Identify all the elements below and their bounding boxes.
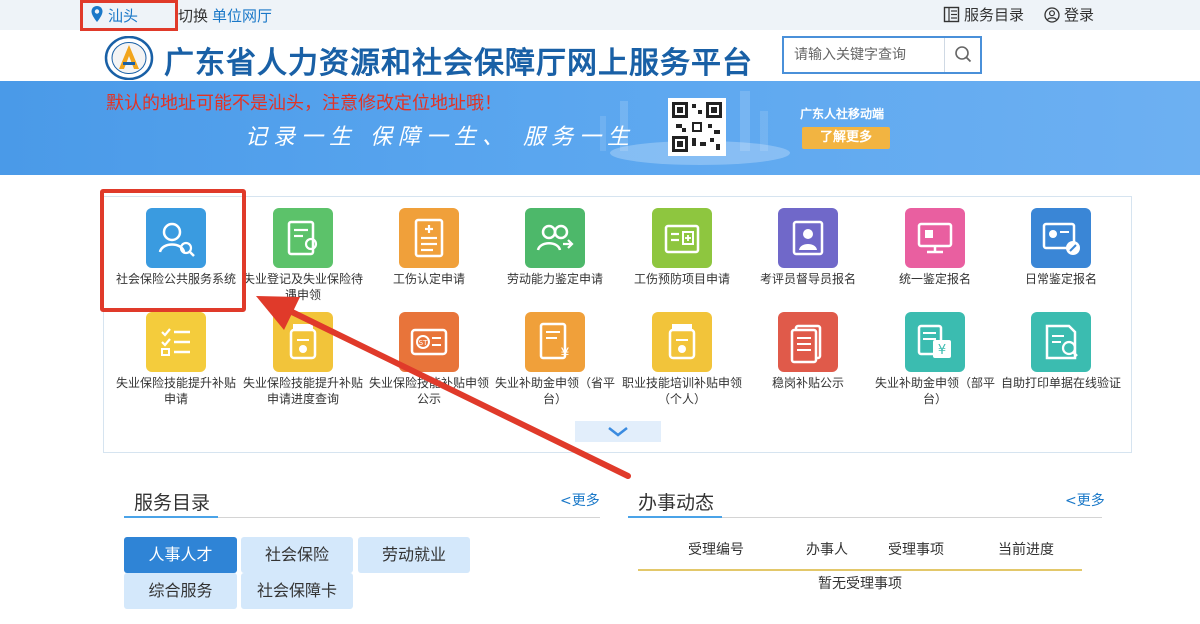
location-highlight-box xyxy=(80,0,178,31)
service-tile[interactable]: 稳岗补贴公示 xyxy=(745,300,871,400)
login-link[interactable]: 登录 xyxy=(1044,4,1094,25)
search-box xyxy=(782,36,982,74)
catalog-section-title: 服务目录 xyxy=(134,492,211,514)
service-tile[interactable]: 失业登记及失业保险待遇申领 xyxy=(240,196,366,302)
service-tile-label: 失业保险技能补贴申领公示 xyxy=(368,376,489,406)
mobile-app-label: 广东人社移动端 xyxy=(800,107,885,121)
service-tile[interactable]: 工伤认定申请 xyxy=(366,196,492,296)
service-tile-label: 日常鉴定报名 xyxy=(1024,272,1097,286)
service-tile-label: 统一鉴定报名 xyxy=(898,272,971,286)
switch-location-link[interactable]: 切换 xyxy=(178,5,208,26)
service-tile-label: 失业补助金申领（部平台） xyxy=(874,376,995,406)
service-tile-label: 失业登记及失业保险待遇申领 xyxy=(242,272,363,302)
catalog-more-link[interactable]: <更多 xyxy=(560,490,600,510)
service-tile[interactable]: 失业保险技能提升补贴申请 xyxy=(113,300,239,406)
search-button[interactable] xyxy=(944,38,980,72)
id-card-edit-icon xyxy=(1031,208,1091,268)
chevron-down-icon xyxy=(608,427,628,437)
service-tile-label: 稳岗补贴公示 xyxy=(771,376,844,390)
service-tile-label: 失业保险技能提升补贴申请 xyxy=(115,376,236,406)
service-tile[interactable]: 劳动能力鉴定申请 xyxy=(492,196,618,296)
service-tile-label: 工伤认定申请 xyxy=(392,272,465,286)
column-header: 当前进度 xyxy=(998,542,1054,558)
empty-state-text: 暂无受理事项 xyxy=(818,576,902,592)
learn-more-button[interactable]: 了解更多 xyxy=(802,127,890,149)
service-tile[interactable]: 日常鉴定报名 xyxy=(998,196,1124,296)
service-tile-label: 失业保险技能提升补贴申请进度查询 xyxy=(242,376,363,406)
form-user-icon xyxy=(273,208,333,268)
monitor-icon xyxy=(905,208,965,268)
catalog-icon xyxy=(943,6,960,23)
search-icon xyxy=(955,46,972,63)
banner: 默认的地址可能不是汕头，注意修改定位地址哦！ 记录一生 保障一生、 服务一生 广… xyxy=(0,81,1200,175)
service-catalog-link[interactable]: 服务目录 xyxy=(943,4,1024,25)
medical-card-icon xyxy=(652,208,712,268)
news-section-title: 办事动态 xyxy=(638,492,715,514)
yen-documents-icon: ¥ xyxy=(905,312,965,372)
search-input[interactable] xyxy=(784,38,944,72)
column-header: 受理事项 xyxy=(888,542,944,558)
pill-bottle-icon xyxy=(652,312,712,372)
st-card-icon: ST xyxy=(399,312,459,372)
documents-icon xyxy=(778,312,838,372)
service-tile-label: 考评员督导员报名 xyxy=(759,272,856,286)
document-yen-icon: ¥ xyxy=(525,312,585,372)
table-divider xyxy=(638,569,1082,571)
service-tile-label: 失业补助金申领（省平台） xyxy=(494,376,615,406)
login-label: 登录 xyxy=(1064,6,1095,24)
news-accent xyxy=(628,516,722,518)
print-verify-icon xyxy=(1031,312,1091,372)
service-tile-label: 自助打印单据在线验证 xyxy=(1000,376,1121,390)
svg-text:ST: ST xyxy=(419,339,428,347)
expand-button[interactable] xyxy=(575,421,661,442)
qr-code-icon xyxy=(668,98,726,156)
service-tile[interactable]: ¥ 失业补助金申领（省平台） xyxy=(492,300,618,406)
pill-bottle-icon xyxy=(273,312,333,372)
service-tile[interactable]: 考评员督导员报名 xyxy=(745,196,871,296)
location-warning: 默认的地址可能不是汕头，注意修改定位地址哦！ xyxy=(106,93,502,114)
user-icon xyxy=(1044,6,1060,23)
users-icon xyxy=(525,208,585,268)
svg-text:¥: ¥ xyxy=(561,346,570,362)
service-tile[interactable]: 自助打印单据在线验证 xyxy=(998,300,1124,400)
document-plus-icon xyxy=(399,208,459,268)
svg-text:¥: ¥ xyxy=(938,343,946,358)
category-social-security-card[interactable]: 社会保障卡 xyxy=(241,573,353,609)
category-personnel[interactable]: 人事人才 xyxy=(124,537,237,573)
unit-hall-link[interactable]: 单位网厅 xyxy=(212,5,272,26)
emblem-logo xyxy=(104,36,154,80)
category-employment[interactable]: 劳动就业 xyxy=(358,537,470,573)
service-tile[interactable]: ST 失业保险技能补贴申领公示 xyxy=(366,300,492,406)
service-tile[interactable]: ¥ 失业补助金申领（部平台） xyxy=(872,300,998,406)
checklist-icon xyxy=(146,312,206,372)
highlight-box xyxy=(100,189,246,312)
catalog-accent xyxy=(124,516,218,518)
service-tile[interactable]: 工伤预防项目申请 xyxy=(619,196,745,296)
service-tile-label: 劳动能力鉴定申请 xyxy=(506,272,603,286)
service-catalog-label: 服务目录 xyxy=(964,6,1025,24)
service-tile-label: 工伤预防项目申请 xyxy=(633,272,730,286)
service-tile[interactable]: 失业保险技能提升补贴申请进度查询 xyxy=(240,300,366,406)
banner-slogan: 记录一生 保障一生、 服务一生 xyxy=(245,125,635,150)
page-title: 广东省人力资源和社会保障厅网上服务平台 xyxy=(164,46,753,81)
id-badge-icon xyxy=(778,208,838,268)
service-tile-label: 职业技能培训补贴申领（个人） xyxy=(621,376,742,406)
column-header: 受理编号 xyxy=(688,542,744,558)
column-header: 办事人 xyxy=(806,542,848,558)
service-tile[interactable]: 职业技能培训补贴申领（个人） xyxy=(619,300,745,406)
category-social-insurance[interactable]: 社会保险 xyxy=(241,537,353,573)
category-general[interactable]: 综合服务 xyxy=(124,573,237,609)
news-more-link[interactable]: <更多 xyxy=(1065,490,1105,510)
service-tile[interactable]: 统一鉴定报名 xyxy=(872,196,998,296)
